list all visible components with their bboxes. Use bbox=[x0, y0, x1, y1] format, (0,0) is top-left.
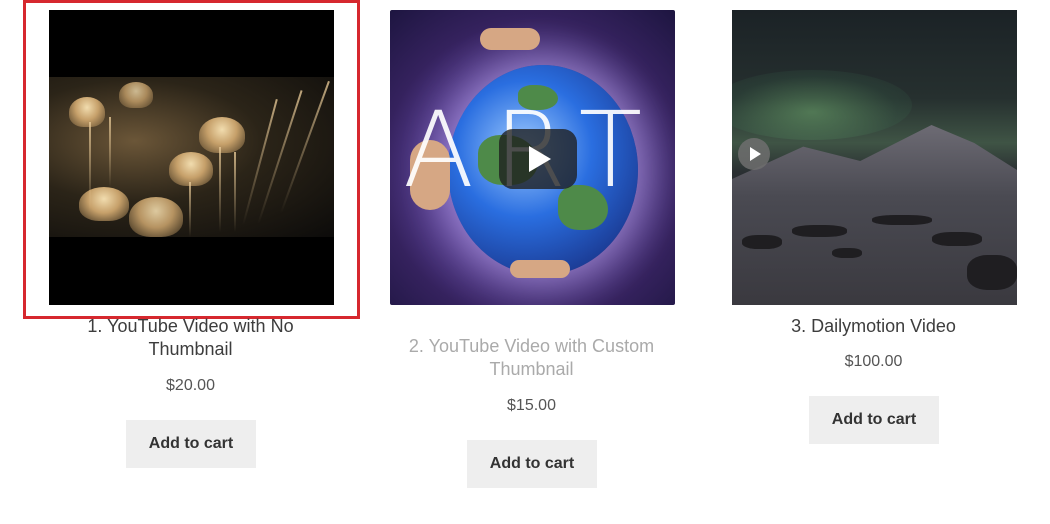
add-to-cart-button[interactable]: Add to cart bbox=[467, 440, 597, 488]
video-thumbnail-aurora[interactable] bbox=[732, 10, 1017, 305]
product-price: $20.00 bbox=[166, 377, 215, 394]
video-thumbnail-jellyfish[interactable] bbox=[49, 10, 334, 305]
jellyfish-image bbox=[49, 77, 334, 237]
product-title-line[interactable]: Thumbnail bbox=[23, 338, 358, 361]
product-title-line[interactable]: 1. YouTube Video with No bbox=[23, 315, 358, 338]
person-figure bbox=[480, 28, 540, 50]
play-icon[interactable] bbox=[738, 138, 770, 170]
play-icon[interactable] bbox=[499, 129, 577, 189]
product-title-line[interactable]: Thumbnail bbox=[364, 358, 699, 381]
add-to-cart-button[interactable]: Add to cart bbox=[126, 420, 256, 468]
product-title[interactable]: 1. YouTube Video with No Thumbnail bbox=[23, 315, 358, 361]
product-price: $15.00 bbox=[507, 397, 556, 414]
product-title-line[interactable]: 2. YouTube Video with Custom bbox=[364, 335, 699, 358]
product-grid: 1. YouTube Video with No Thumbnail $20.0… bbox=[0, 0, 1050, 524]
video-thumbnail-art[interactable]: ART bbox=[390, 10, 675, 305]
add-to-cart-button[interactable]: Add to cart bbox=[809, 396, 939, 444]
product-title[interactable]: 3. Dailymotion Video bbox=[706, 315, 1041, 338]
product-title-line[interactable]: 3. Dailymotion Video bbox=[706, 315, 1041, 338]
product-title[interactable]: 2. YouTube Video with Custom Thumbnail bbox=[364, 335, 699, 381]
product-price: $100.00 bbox=[844, 353, 903, 370]
person-figure bbox=[510, 260, 570, 278]
